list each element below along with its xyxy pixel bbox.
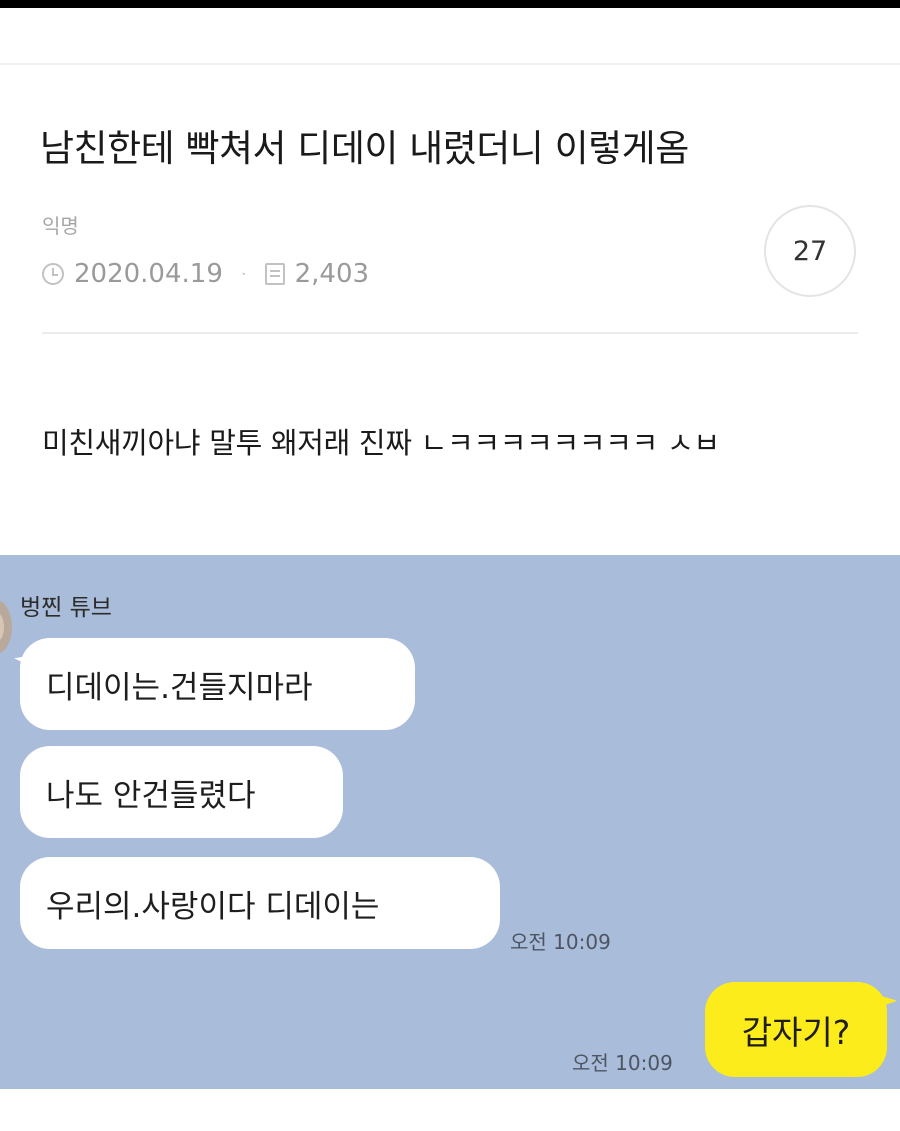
received-message: 나도 안건들렸다	[20, 746, 343, 838]
post-meta: 2020.04.19 · 2,403	[42, 256, 369, 292]
post-body: 미친새끼아냐 말투 왜저래 진짜 ㄴㅋㅋㅋㅋㅋㅋㅋㅋ ㅅㅂ	[42, 426, 720, 460]
message-text: 갑자기?	[741, 1012, 851, 1052]
comment-count: 27	[792, 235, 828, 267]
content-divider	[42, 332, 858, 334]
meta-separator: ·	[240, 263, 247, 285]
sent-message: 갑자기?	[705, 982, 887, 1077]
received-message: 우리의.사랑이다 디데이는	[20, 857, 500, 949]
message-text: 나도 안건들렸다	[46, 777, 256, 814]
message-text: 우리의.사랑이다 디데이는	[46, 888, 380, 925]
post-date: 2020.04.19	[74, 259, 223, 289]
post-title: 남친한테 빡쳐서 디데이 내렸더니 이렇게옴	[40, 127, 689, 170]
clock-icon	[42, 263, 64, 285]
header-divider	[0, 63, 900, 65]
comment-count-button[interactable]: 27	[764, 205, 856, 297]
page: 남친한테 빡쳐서 디데이 내렸더니 이렇게옴 익명 2020.04.19 · 2…	[0, 0, 900, 1131]
status-bar	[0, 0, 900, 8]
sent-timestamp: 오전 10:09	[572, 1051, 673, 1075]
sender-name: 벙찐 튜브	[20, 595, 112, 621]
received-message: 디데이는.건들지마라	[20, 638, 415, 730]
post-views: 2,403	[294, 259, 370, 289]
views-icon	[264, 263, 285, 285]
message-text: 디데이는.건들지마라	[46, 669, 313, 706]
received-timestamp: 오전 10:09	[510, 930, 611, 954]
post-author: 익명	[42, 214, 79, 238]
